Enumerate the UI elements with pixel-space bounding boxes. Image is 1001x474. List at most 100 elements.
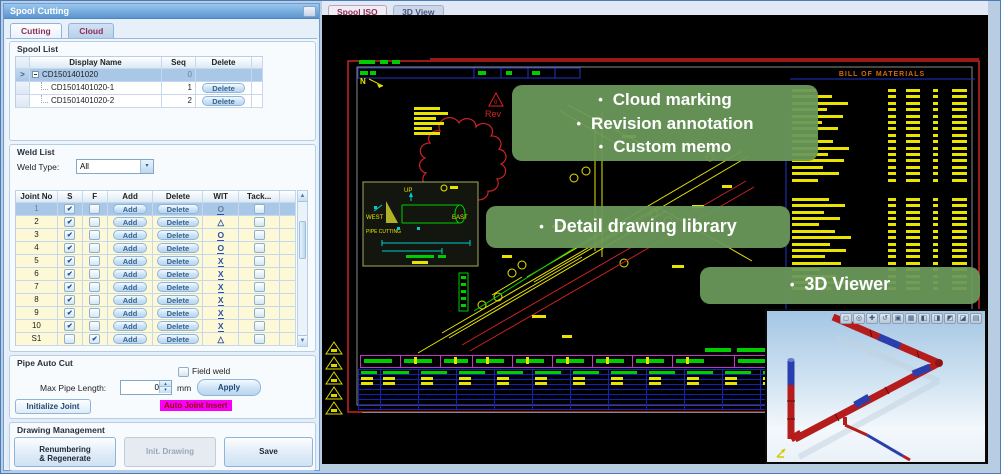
weld-row[interactable]: 10✔AddDeleteX [15, 320, 296, 333]
viewer-toolbar-icon[interactable]: ✚ [866, 313, 878, 324]
f-checkbox[interactable] [89, 308, 100, 318]
add-button[interactable]: Add [113, 204, 148, 214]
viewer-toolbar-icon[interactable]: ▦ [905, 313, 917, 324]
viewer-toolbar-icon[interactable]: ◎ [853, 313, 865, 324]
field-weld-checkbox[interactable]: Field weld [178, 366, 230, 377]
scroll-up-icon[interactable]: ▲ [298, 191, 307, 202]
weld-row[interactable]: S1✔AddDelete△ [15, 333, 296, 346]
collapse-icon[interactable] [32, 71, 39, 78]
add-button[interactable]: Add [113, 243, 148, 253]
f-checkbox[interactable] [89, 256, 100, 266]
s-checkbox[interactable] [64, 334, 75, 344]
tack-checkbox[interactable] [254, 256, 265, 266]
init-drawing-button[interactable]: Init. Drawing [124, 437, 216, 467]
s-checkbox[interactable]: ✔ [64, 321, 75, 331]
s-checkbox[interactable]: ✔ [64, 282, 75, 292]
col-seq[interactable]: Seq [162, 57, 196, 69]
viewer-toolbar-icon[interactable]: ▤ [970, 313, 982, 324]
weld-row[interactable]: 9✔AddDeleteX [15, 307, 296, 320]
viewer-toolbar-icon[interactable]: ◧ [918, 313, 930, 324]
f-checkbox[interactable] [89, 243, 100, 253]
delete-button[interactable]: Delete [202, 96, 245, 106]
chevron-down-icon[interactable]: ▾ [140, 160, 153, 173]
add-button[interactable]: Add [113, 308, 148, 318]
add-button[interactable]: Add [113, 230, 148, 240]
viewer-toolbar-icon[interactable]: ◨ [931, 313, 943, 324]
s-checkbox[interactable]: ✔ [64, 230, 75, 240]
weld-type-dropdown[interactable]: All ▾ [76, 159, 154, 174]
add-button[interactable]: Add [113, 256, 148, 266]
delete-button[interactable]: Delete [157, 243, 200, 253]
delete-button[interactable]: Delete [157, 308, 200, 318]
weld-col-5[interactable]: WIT [203, 191, 239, 203]
delete-button[interactable]: Delete [157, 269, 200, 279]
weld-row[interactable]: 6✔AddDeleteX [15, 268, 296, 281]
tack-checkbox[interactable] [254, 230, 265, 240]
s-checkbox[interactable]: ✔ [64, 204, 75, 214]
f-checkbox[interactable]: ✔ [89, 334, 100, 344]
viewer-toolbar-icon[interactable]: ▣ [892, 313, 904, 324]
tack-checkbox[interactable] [254, 295, 265, 305]
3d-viewer-inset[interactable]: ◻◎✚↺▣▦◧◨◩◪▤ [765, 309, 987, 464]
delete-button[interactable]: Delete [157, 334, 200, 344]
renumbering-regenerate-button[interactable]: Renumbering & Regenerate [14, 437, 116, 467]
f-checkbox[interactable] [89, 217, 100, 227]
tack-checkbox[interactable] [254, 334, 265, 344]
tack-checkbox[interactable] [254, 282, 265, 292]
add-button[interactable]: Add [113, 282, 148, 292]
weld-col-0[interactable]: Joint No [16, 191, 58, 203]
weld-row[interactable]: 8✔AddDeleteX [15, 294, 296, 307]
col-delete[interactable]: Delete [196, 57, 252, 69]
weld-row[interactable]: 3✔AddDeleteO [15, 229, 296, 242]
tack-checkbox[interactable] [254, 204, 265, 214]
scroll-down-icon[interactable]: ▼ [298, 335, 307, 346]
weld-row[interactable]: 7✔AddDeleteX [15, 281, 296, 294]
delete-button[interactable]: Delete [157, 256, 200, 266]
weld-col-1[interactable]: S [58, 191, 83, 203]
add-button[interactable]: Add [113, 321, 148, 331]
f-checkbox[interactable] [89, 295, 100, 305]
max-pipe-length-field[interactable] [121, 381, 159, 394]
f-checkbox[interactable] [89, 230, 100, 240]
spool-row[interactable]: >CD15014010200 [15, 69, 263, 82]
scrollbar-thumb[interactable] [299, 221, 306, 259]
add-button[interactable]: Add [113, 295, 148, 305]
delete-button[interactable]: Delete [157, 321, 200, 331]
s-checkbox[interactable]: ✔ [64, 243, 75, 253]
delete-button[interactable]: Delete [157, 204, 200, 214]
viewer-toolbar-icon[interactable]: ◩ [944, 313, 956, 324]
viewer-toolbar-icon[interactable]: ◪ [957, 313, 969, 324]
delete-button[interactable]: Delete [157, 282, 200, 292]
f-checkbox[interactable] [89, 204, 100, 214]
weld-col-6[interactable]: Tack... [239, 191, 280, 203]
tab-cutting[interactable]: Cutting [10, 23, 62, 38]
tack-checkbox[interactable] [254, 308, 265, 318]
f-checkbox[interactable] [89, 282, 100, 292]
save-button[interactable]: Save [224, 437, 313, 467]
weld-row[interactable]: 2✔AddDelete△ [15, 216, 296, 229]
viewer-toolbar-icon[interactable]: ↺ [879, 313, 891, 324]
delete-button[interactable]: Delete [202, 83, 245, 93]
add-button[interactable]: Add [113, 217, 148, 227]
initialize-joint-button[interactable]: Initialize Joint [15, 399, 91, 414]
s-checkbox[interactable]: ✔ [64, 269, 75, 279]
weld-col-2[interactable]: F [83, 191, 108, 203]
weld-col-3[interactable]: Add [108, 191, 154, 203]
weld-row[interactable]: 1✔AddDeleteO [15, 203, 296, 216]
tack-checkbox[interactable] [254, 269, 265, 279]
iso-drawing-viewport[interactable]: N 0 Rev [322, 15, 988, 464]
add-button[interactable]: Add [113, 334, 148, 344]
pin-icon[interactable] [303, 6, 316, 17]
weld-row[interactable]: 5✔AddDeleteX [15, 255, 296, 268]
add-button[interactable]: Add [113, 269, 148, 279]
tack-checkbox[interactable] [254, 217, 265, 227]
weld-grid-scrollbar[interactable]: ▲ ▼ [297, 190, 308, 347]
checkbox-icon[interactable] [178, 367, 189, 377]
delete-button[interactable]: Delete [157, 217, 200, 227]
delete-button[interactable]: Delete [157, 230, 200, 240]
tab-cloud[interactable]: Cloud [68, 23, 114, 38]
s-checkbox[interactable]: ✔ [64, 308, 75, 318]
spool-row[interactable]: CD1501401020-11Delete [15, 82, 263, 95]
delete-button[interactable]: Delete [157, 295, 200, 305]
s-checkbox[interactable]: ✔ [64, 256, 75, 266]
